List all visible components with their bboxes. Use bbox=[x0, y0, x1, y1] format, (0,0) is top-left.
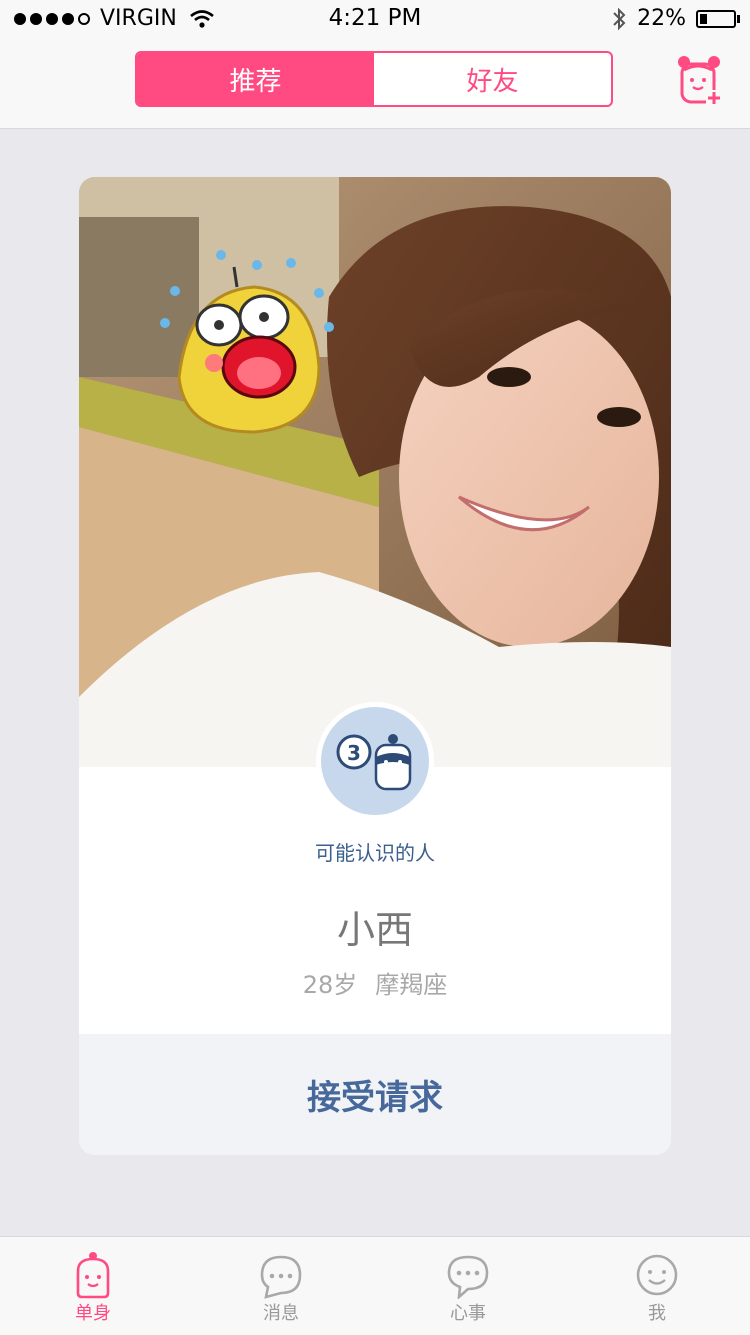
profile-zodiac: 摩羯座 bbox=[375, 971, 448, 999]
maybe-know-label: 可能认识的人 bbox=[315, 841, 435, 865]
mutual-friends-badge[interactable]: 3 bbox=[316, 702, 434, 820]
status-right: 22% bbox=[611, 6, 740, 31]
tab-thoughts[interactable]: 心事 bbox=[408, 1237, 528, 1335]
me-icon bbox=[636, 1254, 678, 1296]
profile-card[interactable]: 3 可能认识的人 小西 28岁 摩羯座 接受请求 bbox=[79, 177, 671, 1155]
tab-friends[interactable]: 好友 bbox=[374, 53, 611, 105]
profile-info: 28岁 摩羯座 bbox=[79, 965, 671, 1000]
battery-icon bbox=[696, 9, 740, 28]
single-icon bbox=[76, 1252, 110, 1299]
message-icon bbox=[260, 1255, 302, 1299]
accept-request-button[interactable]: 接受请求 bbox=[79, 1034, 671, 1155]
bluetooth-icon bbox=[613, 7, 626, 30]
profile-age: 28岁 bbox=[302, 971, 358, 999]
status-bar: VIRGIN 4:21 PM 22% bbox=[0, 0, 750, 40]
tab-me[interactable]: 我 bbox=[597, 1237, 717, 1335]
tab-thoughts-label: 心事 bbox=[450, 1303, 486, 1324]
battery-percent: 22% bbox=[637, 6, 686, 31]
tab-bar: 单身 消息 心事 我 bbox=[0, 1236, 750, 1335]
mutual-count: 3 bbox=[347, 741, 361, 765]
nav-bar: 推荐 好友 bbox=[0, 40, 750, 129]
profile-name: 小西 bbox=[336, 908, 413, 952]
segmented-control: 推荐 好友 bbox=[135, 51, 613, 107]
tab-single-label: 单身 bbox=[75, 1303, 111, 1324]
tab-recommend[interactable]: 推荐 bbox=[137, 53, 374, 105]
profile-photo bbox=[79, 177, 671, 767]
mutual-friends-icon: 3 bbox=[336, 734, 412, 791]
tab-messages-label: 消息 bbox=[263, 1303, 299, 1324]
thoughts-icon bbox=[447, 1255, 489, 1299]
add-friend-icon[interactable] bbox=[676, 54, 722, 106]
tab-messages[interactable]: 消息 bbox=[221, 1237, 341, 1335]
tab-me-label: 我 bbox=[648, 1303, 666, 1324]
tab-single[interactable]: 单身 bbox=[33, 1237, 153, 1335]
